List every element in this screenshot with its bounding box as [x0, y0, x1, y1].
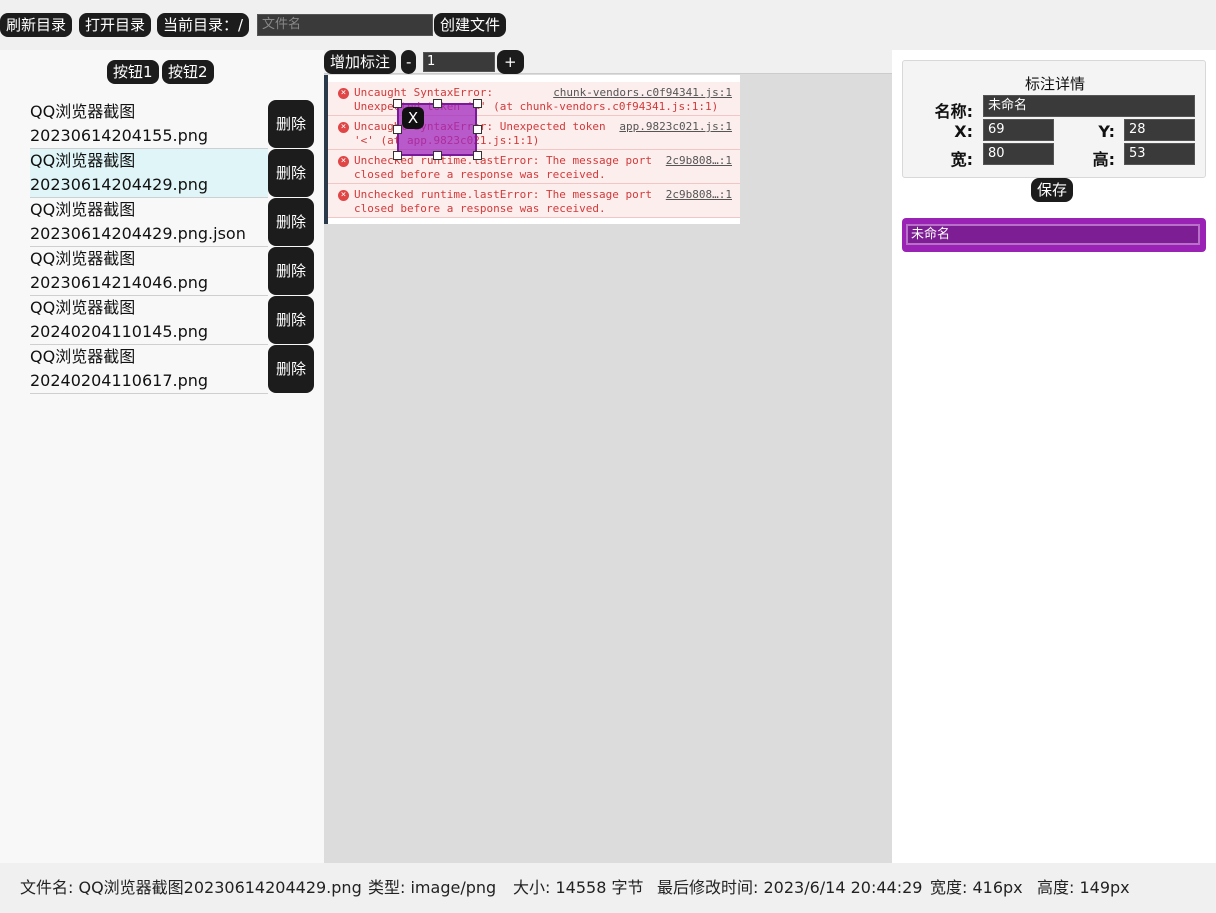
annotation-list-name-input[interactable]: 未命名: [906, 224, 1200, 245]
file-name-line2: 20230614214046.png: [30, 273, 209, 292]
resize-handle[interactable]: [473, 99, 482, 108]
annotation-details-box: 标注详情 名称: 未命名 X: 69 Y: 28 宽: 80 高: 53: [902, 60, 1206, 178]
console-error-row: × Uncaught SyntaxError: Unexpected token…: [328, 116, 740, 150]
canvas-toolbar: 增加标注 - 1 +: [324, 50, 892, 74]
file-name-line2: 20230614204429.png: [30, 175, 209, 194]
resize-handle[interactable]: [393, 125, 402, 134]
save-button[interactable]: 保存: [1031, 178, 1074, 202]
file-name-line1: QQ浏览器截图: [30, 102, 136, 121]
status-height: 高度: 149px: [1037, 878, 1130, 897]
error-icon: ×: [338, 156, 349, 167]
status-modified: 最后修改时间: 2023/6/14 20:44:29: [657, 878, 923, 897]
create-file-button[interactable]: 创建文件: [434, 13, 507, 37]
current-directory-label: 当前目录：/: [157, 13, 250, 37]
file-list-item[interactable]: QQ浏览器截图 20240204110145.png: [30, 296, 268, 345]
resize-handle[interactable]: [473, 151, 482, 160]
error-line2: closed before a response was received.: [354, 202, 606, 215]
refresh-directory-button[interactable]: 刷新目录: [0, 13, 73, 37]
error-source: 2c9b808…:1: [665, 154, 732, 167]
annotation-close-button[interactable]: X: [402, 107, 424, 129]
file-name-line1: QQ浏览器截图: [30, 347, 136, 366]
delete-file-button[interactable]: 删除: [268, 100, 314, 148]
error-icon: ×: [338, 122, 349, 133]
width-input[interactable]: 80: [983, 143, 1054, 165]
file-list-item-selected[interactable]: QQ浏览器截图 20230614204429.png: [30, 149, 268, 198]
file-name-line1: QQ浏览器截图: [30, 298, 136, 317]
name-label: 名称:: [934, 102, 973, 121]
status-type: 类型: image/png: [368, 878, 497, 897]
height-input[interactable]: 53: [1124, 143, 1195, 165]
height-label: 高:: [1092, 150, 1115, 169]
resize-handle[interactable]: [393, 99, 402, 108]
add-annotation-button[interactable]: 增加标注: [324, 50, 397, 74]
y-input[interactable]: 28: [1124, 119, 1195, 141]
x-label: X:: [954, 122, 973, 141]
file-name-line1: QQ浏览器截图: [30, 151, 136, 170]
delete-file-button[interactable]: 删除: [268, 247, 314, 295]
status-width: 宽度: 416px: [930, 878, 1023, 897]
width-label: 宽:: [950, 150, 973, 169]
console-error-row: × Uncaught SyntaxError: Unexpected token…: [328, 82, 740, 116]
console-error-row: × Unchecked runtime.lastError: The messa…: [328, 184, 740, 218]
name-input[interactable]: 未命名: [983, 95, 1195, 117]
resize-handle[interactable]: [433, 99, 442, 108]
file-sidebar: 按钮1 按钮2 QQ浏览器截图 20230614204155.png 删除 QQ…: [0, 50, 324, 863]
delete-file-button[interactable]: 删除: [268, 149, 314, 197]
zoom-input[interactable]: 1: [423, 52, 495, 72]
file-list-item[interactable]: QQ浏览器截图 20230614214046.png: [30, 247, 268, 296]
annotation-list-item[interactable]: 未命名: [902, 218, 1206, 252]
error-icon: ×: [338, 190, 349, 201]
details-title: 标注详情: [1024, 75, 1085, 93]
file-name-line1: QQ浏览器截图: [30, 200, 136, 219]
resize-handle[interactable]: [433, 151, 442, 160]
status-size: 大小: 14558 字节: [513, 878, 644, 897]
filename-input[interactable]: 文件名: [257, 14, 433, 36]
delete-file-button[interactable]: 删除: [268, 296, 314, 344]
button-1[interactable]: 按钮1: [107, 60, 159, 84]
file-name-line1: QQ浏览器截图: [30, 249, 136, 268]
top-toolbar: 刷新目录 打开目录 当前目录：/ 文件名 创建文件: [0, 0, 1216, 50]
annotation-details-panel: 标注详情 名称: 未命名 X: 69 Y: 28 宽: 80 高: 53 保存 …: [892, 50, 1216, 863]
screenshot-image[interactable]: × Uncaught SyntaxError: Unexpected token…: [324, 75, 740, 224]
x-input[interactable]: 69: [983, 119, 1054, 141]
zoom-out-button[interactable]: -: [401, 50, 417, 74]
resize-handle[interactable]: [473, 125, 482, 134]
y-label: Y:: [1098, 122, 1115, 141]
open-directory-button[interactable]: 打开目录: [79, 13, 152, 37]
file-list-item[interactable]: QQ浏览器截图 20230614204155.png: [30, 100, 268, 149]
error-line2: closed before a response was received.: [354, 168, 606, 181]
resize-handle[interactable]: [393, 151, 402, 160]
file-name-line2: 20230614204155.png: [30, 126, 209, 145]
delete-file-button[interactable]: 删除: [268, 198, 314, 246]
console-error-row: × Unchecked runtime.lastError: The messa…: [328, 150, 740, 184]
status-bar: 文件名: QQ浏览器截图20230614204429.png 类型: image…: [0, 863, 1216, 913]
error-line1: Uncaught SyntaxError:: [354, 86, 494, 99]
zoom-in-button[interactable]: +: [497, 50, 524, 74]
file-list-item[interactable]: QQ浏览器截图 20230614204429.png.json: [30, 198, 268, 247]
delete-file-button[interactable]: 删除: [268, 345, 314, 393]
error-icon: ×: [338, 88, 349, 99]
annotation-canvas-area: 增加标注 - 1 + × Uncaught SyntaxError: Unexp…: [324, 50, 892, 863]
status-filename: 文件名: QQ浏览器截图20230614204429.png: [20, 878, 362, 897]
error-source: 2c9b808…:1: [665, 188, 732, 201]
error-line1: Unchecked runtime.lastError: The message…: [354, 188, 653, 201]
file-list-item[interactable]: QQ浏览器截图 20240204110617.png: [30, 345, 268, 394]
button-2[interactable]: 按钮2: [162, 60, 214, 84]
file-name-line2: 20240204110145.png: [30, 322, 209, 341]
annotation-box[interactable]: X: [393, 99, 482, 160]
file-name-line2: 20240204110617.png: [30, 371, 209, 390]
file-name-line2: 20230614204429.png.json: [30, 224, 246, 243]
error-source: chunk-vendors.c0f94341.js:1: [553, 86, 732, 99]
error-source: app.9823c021.js:1: [619, 120, 732, 133]
